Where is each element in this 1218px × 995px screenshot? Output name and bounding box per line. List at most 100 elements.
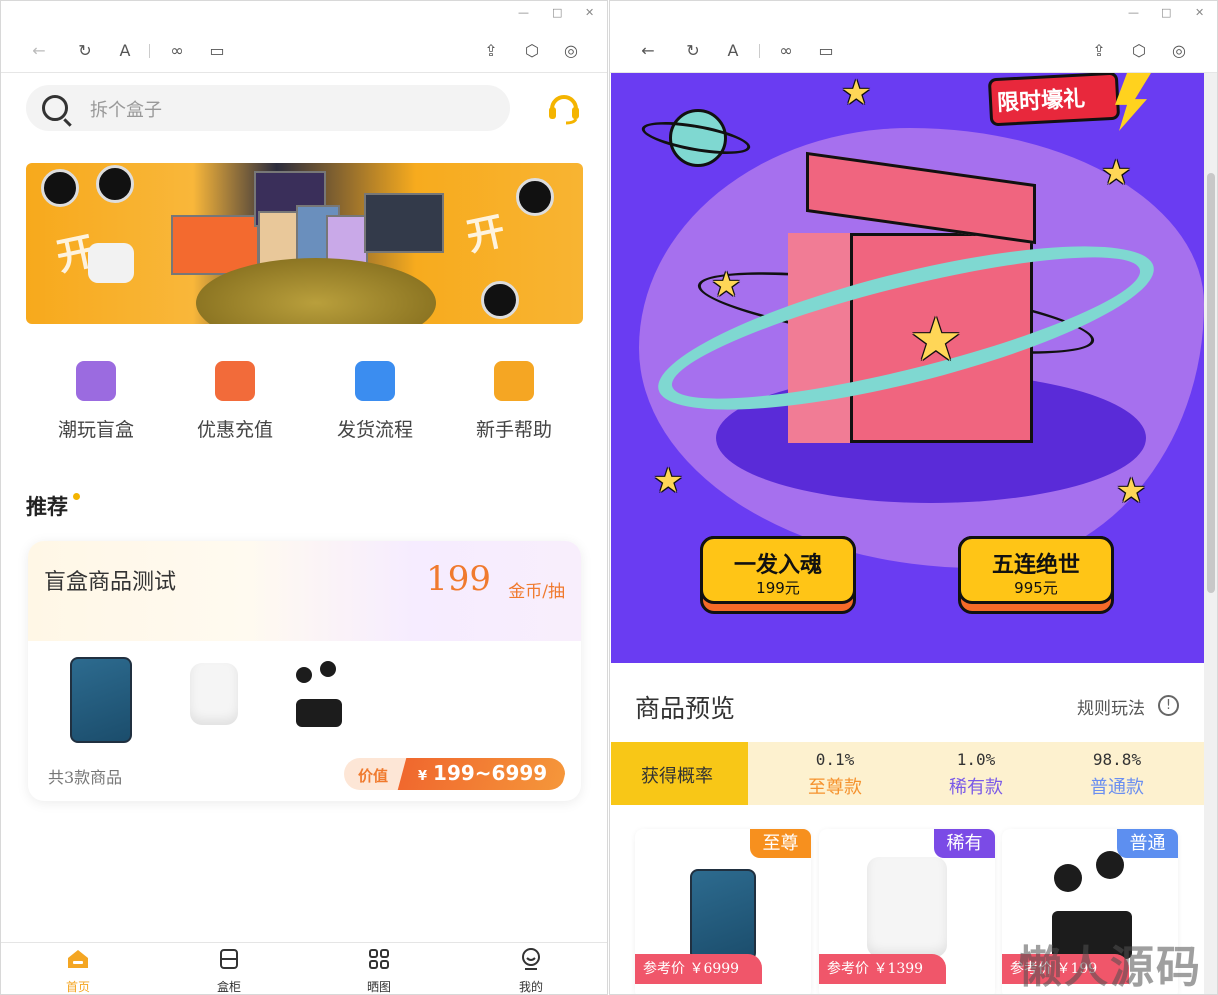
- star-icon: ★: [841, 73, 872, 113]
- cube-icon[interactable]: ⬡: [521, 39, 543, 61]
- tab-gallery[interactable]: 晒图: [339, 947, 419, 994]
- grid-icon: [369, 949, 389, 969]
- share-icon[interactable]: ⇪: [1088, 39, 1110, 61]
- link-icon[interactable]: ∞: [775, 39, 797, 61]
- window-icon[interactable]: ▭: [815, 39, 837, 61]
- tier-badge: 普通: [1117, 829, 1178, 858]
- draw-once-button[interactable]: 一发入魂 199元: [700, 536, 856, 614]
- preview-title: 商品预览: [635, 694, 736, 723]
- preview-product-card[interactable]: 至尊 参考价 ￥6999: [635, 829, 811, 994]
- tab-home[interactable]: 首页: [38, 947, 118, 994]
- star-icon: ★: [1116, 471, 1147, 511]
- book-icon: [494, 361, 534, 401]
- close-button[interactable]: ✕: [1195, 6, 1204, 19]
- title-bar: — □ ✕: [1, 1, 607, 29]
- tier-name: 稀有款: [949, 777, 1003, 798]
- draw-five-button[interactable]: 五连绝世 995元: [958, 536, 1114, 614]
- back-arrow-icon[interactable]: ←: [28, 39, 50, 61]
- value-label: 价值: [358, 767, 389, 785]
- airpods-image: [867, 857, 947, 957]
- user-icon: [522, 948, 540, 970]
- draw-button-title: 一发入魂: [733, 553, 822, 578]
- tab-mine[interactable]: 我的: [491, 947, 571, 994]
- star-icon: ★: [1101, 153, 1132, 193]
- bottom-tab-bar: 首页 盒柜 晒图 我的: [1, 942, 607, 994]
- customer-service-icon[interactable]: [546, 89, 582, 125]
- tier-probability: 1.0%: [956, 750, 996, 769]
- preview-product-card[interactable]: 稀有 参考价 ￥1399: [819, 829, 995, 994]
- rules-link[interactable]: 规则玩法: [1077, 694, 1145, 719]
- iphone-image: [690, 869, 756, 961]
- back-arrow-icon[interactable]: ←: [637, 39, 659, 61]
- title-dot: [73, 493, 80, 500]
- value-range-pill: 价值 ¥199~6999: [344, 758, 565, 790]
- gift-box-icon: [76, 361, 116, 401]
- tier-name: 普通款: [1090, 777, 1144, 798]
- window-icon[interactable]: ▭: [206, 39, 228, 61]
- iphone-image: [70, 657, 132, 743]
- scroll-thumb[interactable]: [1207, 173, 1215, 593]
- category-help[interactable]: 新手帮助: [464, 361, 564, 442]
- search-bar[interactable]: 拆个盒子: [26, 85, 510, 131]
- watermark: 懒人源码: [1018, 942, 1202, 993]
- cube-icon[interactable]: ⬡: [1128, 39, 1150, 61]
- probability-tier: 1.0% 稀有款: [926, 750, 1026, 799]
- minimize-button[interactable]: —: [518, 6, 529, 19]
- record-icon[interactable]: ◎: [1168, 39, 1190, 61]
- card-price: 199: [426, 559, 491, 599]
- earbud-left: [1054, 864, 1082, 892]
- category-label: 发货流程: [336, 419, 413, 441]
- font-icon[interactable]: A: [114, 39, 136, 61]
- tier-badge: 稀有: [934, 829, 995, 858]
- section-title: 推荐: [26, 494, 68, 519]
- probability-header: 获得概率: [611, 742, 748, 805]
- probability-table: 0.1% 至尊款 1.0% 稀有款 98.8% 普通款: [748, 742, 1204, 805]
- search-placeholder: 拆个盒子: [90, 100, 162, 121]
- reference-price: 参考价 ￥6999: [635, 954, 762, 984]
- category-label: 优惠充值: [196, 419, 273, 441]
- share-icon[interactable]: ⇪: [480, 39, 502, 61]
- card-name: 盲盒商品测试: [44, 570, 177, 595]
- tab-label: 盒柜: [216, 980, 241, 994]
- wallet-icon: [215, 361, 255, 401]
- tab-label: 我的: [518, 980, 543, 994]
- value-range: ¥199~6999: [418, 761, 548, 785]
- refresh-icon[interactable]: ↻: [682, 39, 704, 61]
- search-icon: [42, 95, 68, 121]
- promo-banner[interactable]: 开 开: [26, 163, 583, 324]
- draw-button-price: 995元: [1014, 579, 1058, 597]
- category-shipping[interactable]: 发货流程: [325, 361, 425, 442]
- cabinet-icon: [220, 949, 238, 969]
- category-label: 新手帮助: [475, 419, 552, 441]
- tab-label: 晒图: [366, 980, 391, 994]
- home-icon: [68, 950, 88, 968]
- earbud-left: [296, 667, 312, 683]
- info-icon[interactable]: !: [1158, 695, 1179, 716]
- earbud-right: [1096, 851, 1124, 879]
- category-recharge[interactable]: 优惠充值: [185, 361, 285, 442]
- refresh-icon[interactable]: ↻: [74, 39, 96, 61]
- tab-cabinet[interactable]: 盒柜: [189, 947, 269, 994]
- category-blind-box[interactable]: 潮玩盲盒: [46, 361, 146, 442]
- probability-tier: 0.1% 至尊款: [785, 750, 885, 799]
- product-card[interactable]: 盲盒商品测试 199 金币/抽 共3款商品 价值 ¥199~6999: [28, 541, 581, 801]
- card-price-unit: 金币/抽: [508, 582, 565, 602]
- record-icon[interactable]: ◎: [560, 39, 582, 61]
- probability-header-label: 获得概率: [641, 766, 713, 787]
- tier-name: 至尊款: [808, 777, 862, 798]
- product-count: 共3款商品: [48, 768, 123, 787]
- minimize-button[interactable]: —: [1128, 6, 1139, 19]
- font-icon[interactable]: A: [722, 39, 744, 61]
- draw-button-price: 199元: [756, 579, 800, 597]
- scrollbar[interactable]: [1204, 73, 1217, 994]
- probability-tier: 98.8% 普通款: [1067, 750, 1167, 799]
- tier-probability: 0.1%: [815, 750, 855, 769]
- maximize-button[interactable]: □: [552, 6, 562, 19]
- close-button[interactable]: ✕: [585, 6, 594, 19]
- truck-icon: [355, 361, 395, 401]
- maximize-button[interactable]: □: [1161, 6, 1171, 19]
- link-icon[interactable]: ∞: [166, 39, 188, 61]
- category-label: 潮玩盲盒: [57, 419, 134, 441]
- earbuds-image: [296, 699, 342, 727]
- star-icon: ★: [653, 461, 684, 501]
